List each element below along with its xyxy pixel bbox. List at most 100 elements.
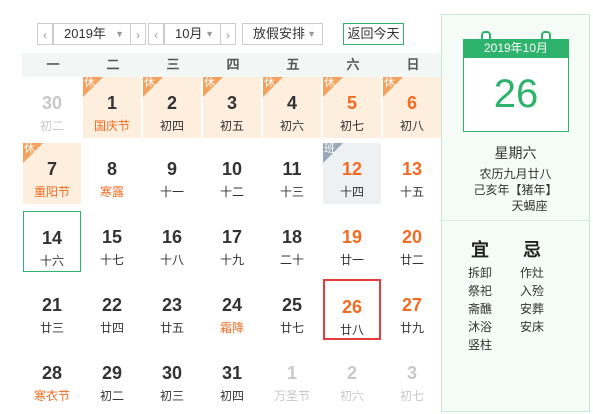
lunar-label: 初六: [339, 389, 364, 403]
day-cell[interactable]: 15 十七: [83, 211, 141, 272]
day-cell[interactable]: 30 初二: [23, 77, 81, 138]
day-number: 31: [221, 363, 243, 383]
day-cell[interactable]: 2 初六: [323, 347, 381, 408]
day-number: 10: [221, 159, 243, 179]
lunar-label: 国庆节: [93, 119, 130, 133]
day-number: 29: [101, 363, 123, 383]
holiday-select-value: 放假安排: [253, 26, 306, 41]
lunar-label: 十一: [159, 185, 184, 199]
day-number: 27: [401, 295, 423, 315]
day-cell[interactable]: 休 4 初六: [263, 77, 321, 138]
day-cell[interactable]: 休 1 国庆节: [83, 77, 141, 138]
day-cell[interactable]: 19 廿一: [323, 211, 381, 272]
day-number: 2: [166, 93, 177, 113]
lunar-label: 初七: [399, 389, 424, 403]
day-cell[interactable]: 班 12 十四: [323, 143, 381, 204]
yi-item: 沐浴: [467, 320, 492, 334]
ji-list: 作灶 入殓 安葬 安床: [512, 264, 552, 336]
yi-item: 斋醮: [467, 302, 492, 316]
lunar-label: 初五: [219, 119, 244, 133]
lunar-label: 初二: [39, 119, 64, 133]
prev-month-button[interactable]: ‹: [148, 23, 164, 45]
lunar-label: 廿九: [399, 321, 424, 335]
day-number: 1: [106, 93, 117, 113]
next-year-button[interactable]: ›: [130, 23, 146, 45]
yi-item: 竖柱: [467, 338, 492, 352]
calendar-toolbar: ‹ 2019年 ▼ › ‹ 10月 ▼ › 放假安排 ▼ 返回今天: [0, 0, 441, 48]
ji-item: 安葬: [519, 302, 544, 316]
chevron-down-icon: ▼: [307, 29, 316, 39]
back-to-today-button[interactable]: 返回今天: [343, 23, 404, 45]
day-cell[interactable]: 11 十三: [263, 143, 321, 204]
day-cell[interactable]: 10 十二: [203, 143, 261, 204]
panel-zodiac: 天蝎座: [511, 199, 548, 213]
day-cell[interactable]: 29 初二: [83, 347, 141, 408]
day-cell[interactable]: 27 廿九: [383, 279, 441, 340]
lunar-label: 初三: [159, 389, 184, 403]
day-cell[interactable]: 28 寒衣节: [23, 347, 81, 408]
day-number: 30: [41, 93, 63, 113]
day-cell[interactable]: 16 十八: [143, 211, 201, 272]
panel-day-number: 26: [463, 57, 569, 132]
panel-lunar-date: 农历九月廿八: [479, 167, 552, 181]
next-month-button[interactable]: ›: [220, 23, 236, 45]
day-number: 20: [401, 227, 423, 247]
day-cell[interactable]: 26 廿八: [323, 279, 381, 340]
day-cell[interactable]: 18 二十: [263, 211, 321, 272]
holiday-select[interactable]: 放假安排 ▼: [242, 23, 323, 45]
prev-year-button[interactable]: ‹: [37, 23, 53, 45]
weekday-label: 日: [406, 57, 420, 72]
lunar-label: 初二: [99, 389, 124, 403]
lunar-label: 寒衣节: [33, 389, 70, 403]
lunar-label: 初八: [399, 119, 424, 133]
day-number: 26: [341, 297, 363, 317]
day-cell[interactable]: 休 7 重阳节: [23, 143, 81, 204]
badge-label: 休: [84, 77, 95, 89]
lunar-label: 寒露: [99, 185, 124, 199]
day-cell[interactable]: 1 万圣节: [263, 347, 321, 408]
lunar-label: 十三: [279, 185, 304, 199]
day-number: 18: [281, 227, 303, 247]
day-cell[interactable]: 21 廿三: [23, 279, 81, 340]
lunar-label: 十四: [339, 185, 364, 199]
day-number: 23: [161, 295, 183, 315]
day-cell[interactable]: 休 5 初七: [323, 77, 381, 138]
panel-divider: [442, 220, 589, 221]
day-cell[interactable]: 24 霜降: [203, 279, 261, 340]
day-cell[interactable]: 25 廿七: [263, 279, 321, 340]
day-number: 3: [226, 93, 237, 113]
day-cell[interactable]: 30 初三: [143, 347, 201, 408]
day-cell[interactable]: 休 2 初四: [143, 77, 201, 138]
day-cell[interactable]: 14 十六: [23, 211, 81, 272]
year-select[interactable]: 2019年 ▼: [53, 23, 131, 45]
day-cell[interactable]: 休 3 初五: [203, 77, 261, 138]
weekday-label: 一: [46, 57, 60, 72]
day-cell[interactable]: 31 初四: [203, 347, 261, 408]
badge-label: 休: [264, 77, 275, 89]
day-number: 7: [46, 159, 57, 179]
day-cell[interactable]: 23 廿五: [143, 279, 201, 340]
yi-item: 拆卸: [467, 266, 492, 280]
ji-title: 忌: [523, 240, 541, 260]
day-cell[interactable]: 17 十九: [203, 211, 261, 272]
day-number: 9: [166, 159, 177, 179]
day-cell[interactable]: 8 寒露: [83, 143, 141, 204]
month-select[interactable]: 10月 ▼: [164, 23, 221, 45]
day-cell[interactable]: 9 十一: [143, 143, 201, 204]
day-cell[interactable]: 13 十五: [383, 143, 441, 204]
day-cell[interactable]: 20 廿二: [383, 211, 441, 272]
year-select-value: 2019年: [64, 26, 106, 41]
day-cell[interactable]: 休 6 初八: [383, 77, 441, 138]
lunar-label: 廿八: [339, 323, 364, 337]
badge-label: 休: [384, 77, 395, 89]
yi-title: 宜: [471, 240, 489, 260]
badge-label: 休: [24, 143, 35, 155]
panel-weekday: 星期六: [494, 145, 537, 161]
badge-label: 班: [324, 143, 335, 155]
calendar-widget: ‹ 2019年 ▼ › ‹ 10月 ▼ › 放假安排 ▼ 返回今天 一二三四五六日 3…: [0, 0, 593, 414]
lunar-label: 十二: [219, 185, 244, 199]
lunar-label: 初七: [339, 119, 364, 133]
lunar-label: 十八: [159, 253, 184, 267]
day-cell[interactable]: 3 初七: [383, 347, 441, 408]
day-cell[interactable]: 22 廿四: [83, 279, 141, 340]
